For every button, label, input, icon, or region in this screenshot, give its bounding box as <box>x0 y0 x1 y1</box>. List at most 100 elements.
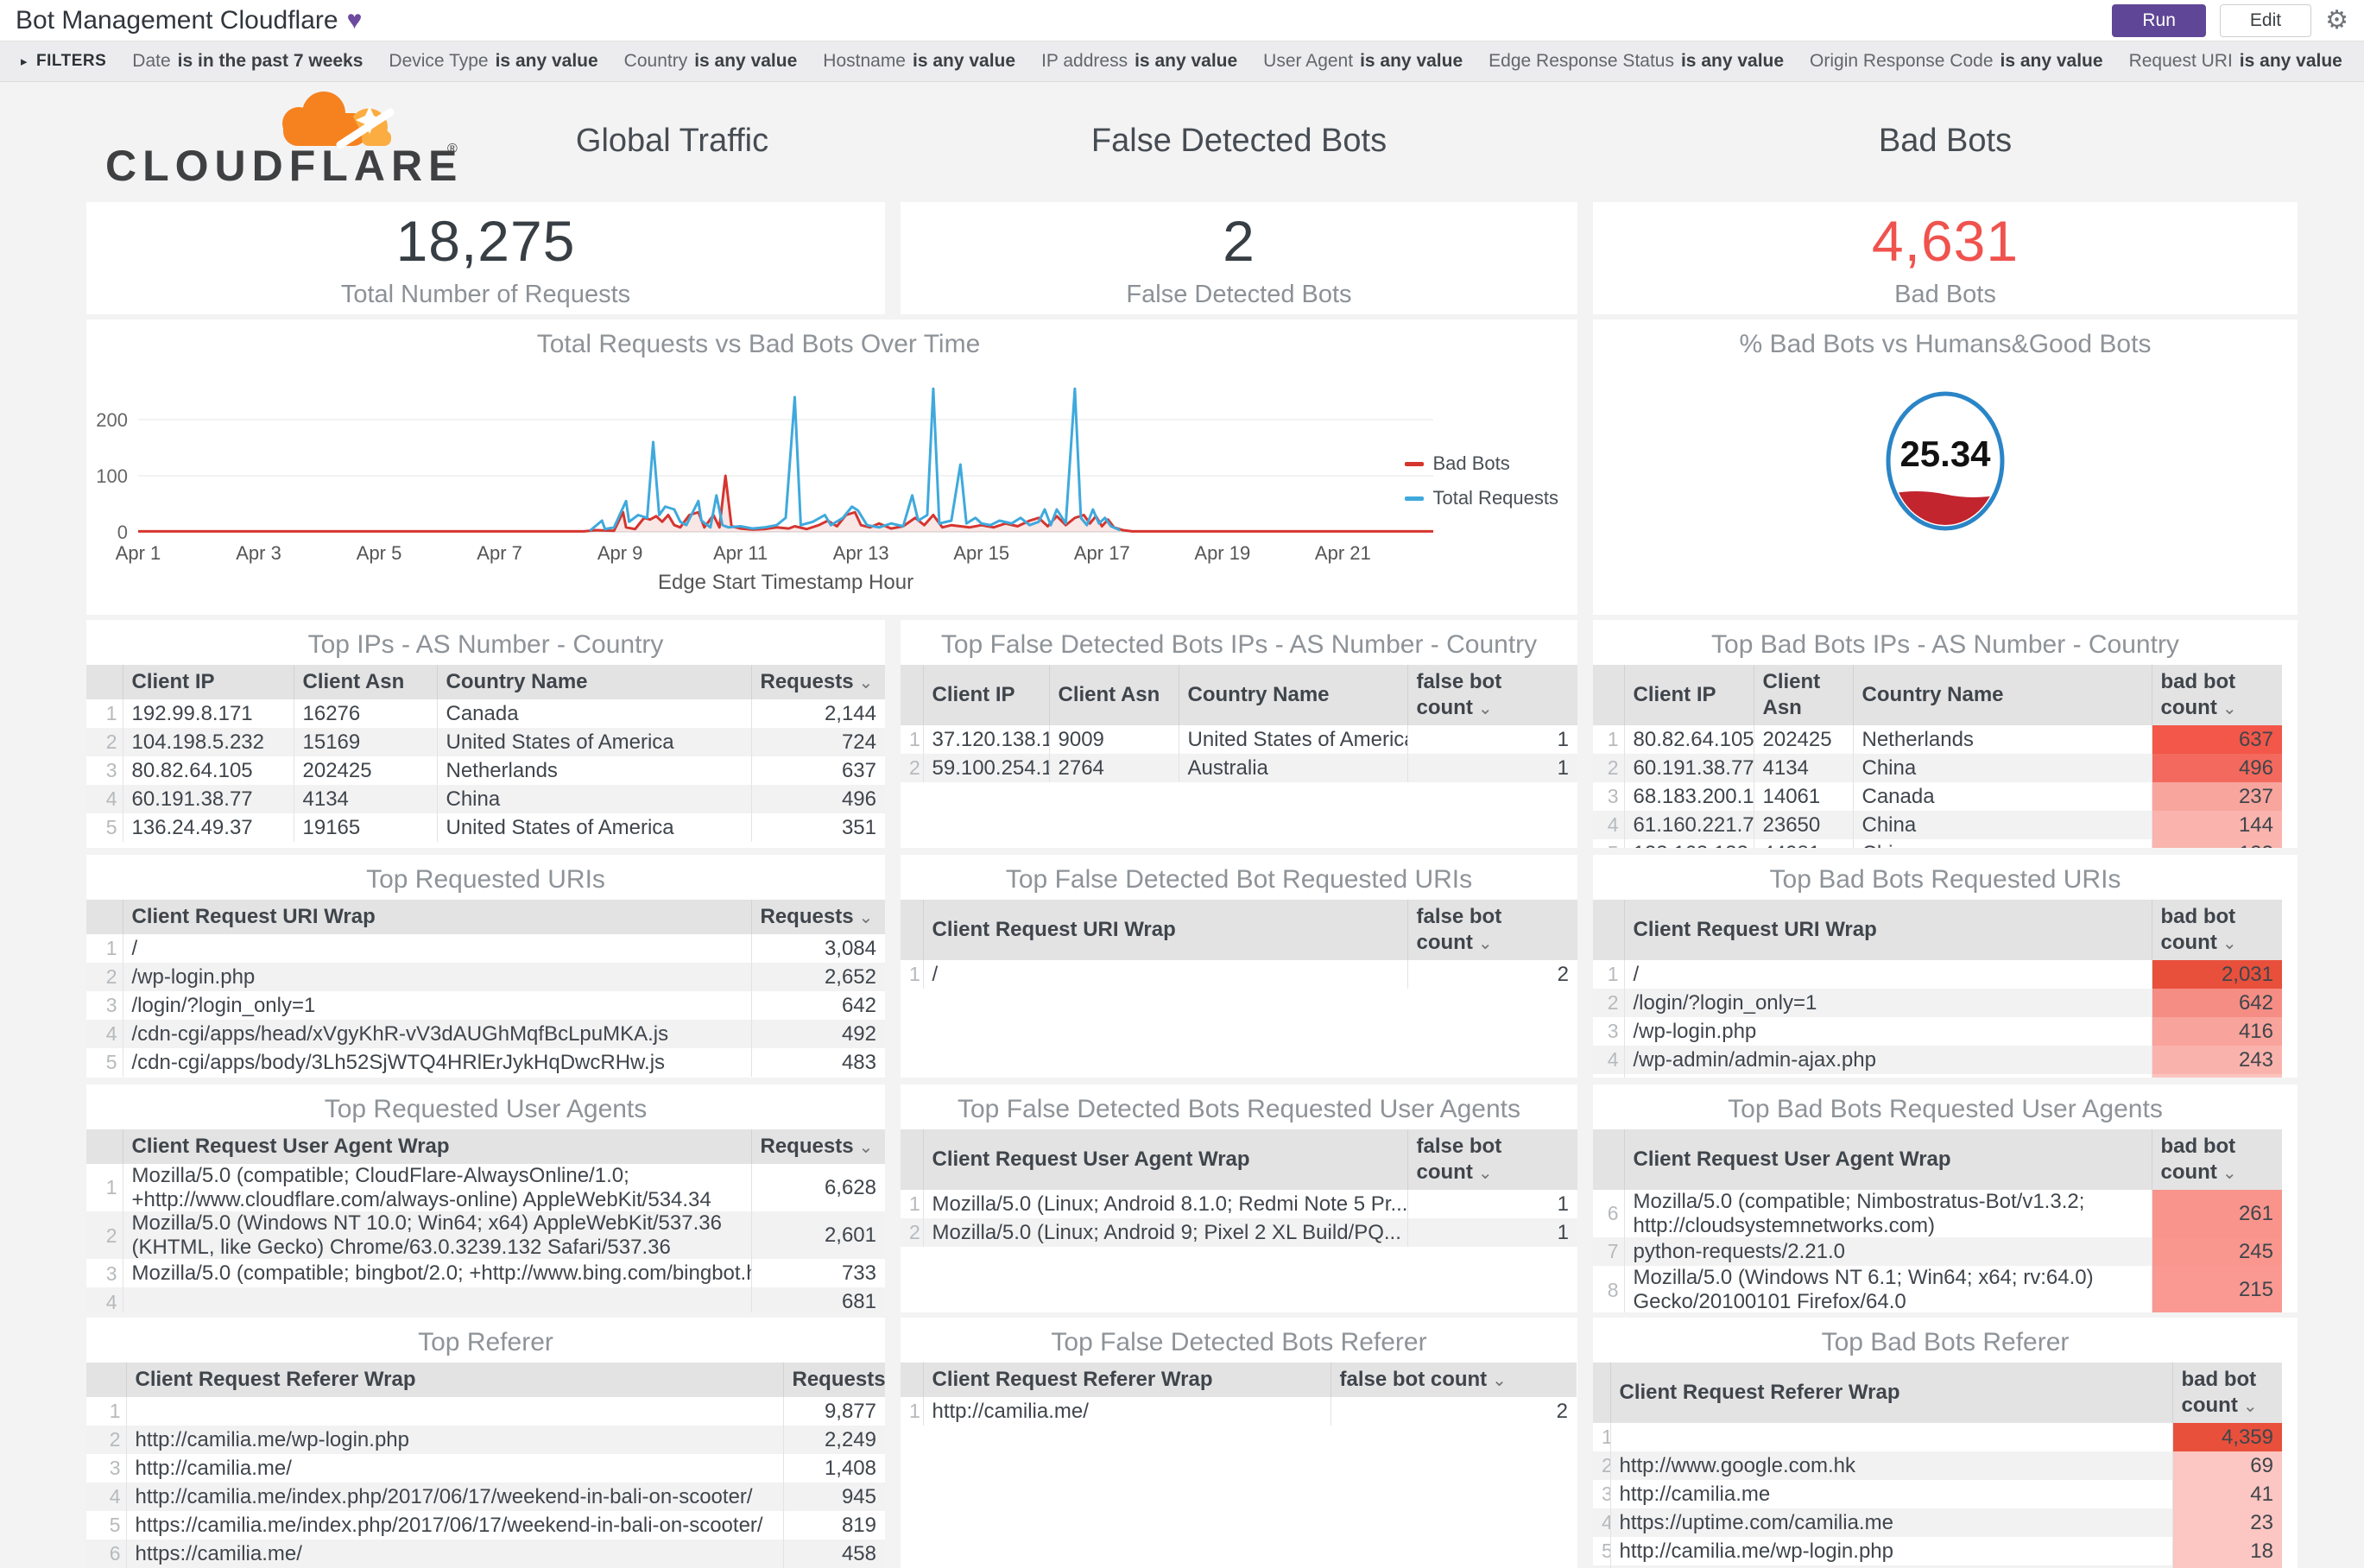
column-header-bad-bot-count[interactable]: bad bot count ⌄ <box>2151 900 2282 960</box>
table-cell[interactable]: http://camilia.me/index.php/2017/06/17/w… <box>125 1483 783 1511</box>
table-cell[interactable]: / <box>922 960 1407 989</box>
filter-item-date[interactable]: Date is in the past 7 weeks <box>132 51 363 72</box>
table-cell[interactable]: python-requests/2.21.0 <box>1623 1237 2152 1267</box>
table-cell[interactable]: 60.191.38.77 <box>1623 754 1754 782</box>
filter-item-country[interactable]: Country is any value <box>624 51 798 72</box>
filter-item-origin-response-code[interactable]: Origin Response Code is any value <box>1810 51 2103 72</box>
filter-item-request-uri[interactable]: Request URI is any value <box>2129 51 2342 72</box>
count-cell[interactable]: 642 <box>2151 989 2282 1017</box>
table-cell[interactable]: 2764 <box>1048 754 1179 782</box>
count-cell[interactable]: 2,144 <box>750 699 885 728</box>
table-cell[interactable]: 202425 <box>293 756 437 785</box>
legend-item-total-requests[interactable]: Total Requests <box>1405 487 1558 509</box>
table-cell[interactable] <box>125 1397 783 1426</box>
table-cell[interactable]: /login/?login_only=1 <box>1623 989 2152 1017</box>
table-cell[interactable]: 15169 <box>293 728 437 756</box>
table-cell[interactable]: China <box>1852 811 2152 839</box>
count-cell[interactable]: 124 <box>2151 1074 2282 1078</box>
count-cell[interactable]: 2 <box>1406 960 1577 989</box>
column-header-requests[interactable]: Requests⌄ <box>750 900 885 934</box>
table-cell[interactable]: Netherlands <box>1852 725 2152 754</box>
table-cell[interactable]: /wp-login.php <box>1623 1017 2152 1046</box>
table-cell[interactable]: 9009 <box>1048 725 1179 754</box>
count-cell[interactable]: 69 <box>2171 1451 2282 1480</box>
count-cell[interactable]: 9,877 <box>782 1397 885 1426</box>
table-cell[interactable]: / <box>122 934 751 963</box>
count-cell[interactable]: 724 <box>750 728 885 756</box>
table-cell[interactable]: https://uptime.com/camilia.me <box>1609 1508 2172 1537</box>
table-cell[interactable]: https://camilia.me/ <box>125 1540 783 1568</box>
count-cell[interactable]: 496 <box>750 785 885 813</box>
column-header-requests[interactable]: Requests⌄ <box>750 665 885 699</box>
table-cell[interactable]: United States of America <box>1178 725 1407 754</box>
table-cell[interactable]: 80.82.64.105 <box>1623 725 1754 754</box>
table-cell[interactable] <box>1609 1423 2172 1451</box>
filter-item-device-type[interactable]: Device Type is any value <box>389 51 597 72</box>
count-cell[interactable]: 237 <box>2151 782 2282 811</box>
table-cell[interactable]: /xmlrpc.php <box>1623 1074 2152 1078</box>
column-header-requests[interactable]: Requests⌄ <box>750 1129 885 1164</box>
table-cell[interactable]: Mozilla/5.0 (compatible; bingbot/2.0; +h… <box>122 1259 751 1288</box>
count-cell[interactable]: 2,652 <box>750 963 885 991</box>
count-cell[interactable]: 1 <box>1406 1190 1577 1218</box>
count-cell[interactable]: 637 <box>750 756 885 785</box>
table-cell[interactable]: 80.82.64.105 <box>122 756 294 785</box>
table-cell[interactable]: China <box>1852 754 2152 782</box>
table-cell[interactable]: 60.191.38.77 <box>122 785 294 813</box>
table-cell[interactable]: http://camilia.me/ <box>125 1454 783 1483</box>
count-cell[interactable]: 243 <box>2151 1046 2282 1074</box>
column-header-false-bot-count[interactable]: false bot count ⌄ <box>1406 665 1577 725</box>
run-button[interactable]: Run <box>2112 3 2206 37</box>
table-cell[interactable]: /cdn-cgi/apps/head/xVgyKhR-vV3dAUGhMqfBc… <box>122 1020 751 1048</box>
count-cell[interactable]: 215 <box>2151 1266 2282 1312</box>
table-cell[interactable]: https://camilia.me/index.php/2017/06/17/… <box>125 1511 783 1540</box>
table-cell[interactable]: Netherlands <box>436 756 751 785</box>
count-cell[interactable]: 733 <box>750 1259 885 1288</box>
table-cell[interactable]: /cdn-cgi/apps/body/3Lh52SjWTQ4HRlErJykHq… <box>122 1048 751 1077</box>
count-cell[interactable]: 819 <box>782 1511 885 1540</box>
column-header-false-bot-count[interactable]: false bot count ⌄ <box>1406 1129 1577 1190</box>
table-cell[interactable]: http://camilia.me/wp-login.php <box>125 1426 783 1454</box>
count-cell[interactable]: 133 <box>2151 839 2282 848</box>
count-cell[interactable]: 245 <box>2151 1237 2282 1267</box>
count-cell[interactable]: 496 <box>2151 754 2282 782</box>
column-header-false-bot-count[interactable]: false bot count ⌄ <box>1330 1363 1577 1397</box>
column-header-requests[interactable]: Requests⌄ <box>782 1363 885 1397</box>
table-cell[interactable]: http://camilia.me/wp-login.php <box>1609 1537 2172 1565</box>
edit-button[interactable]: Edit <box>2219 3 2312 37</box>
count-cell[interactable]: 2 <box>1330 1397 1577 1426</box>
count-cell[interactable]: 351 <box>750 813 885 842</box>
column-header-bad-bot-count[interactable]: bad bot count ⌄ <box>2151 1129 2282 1190</box>
count-cell[interactable]: 18 <box>2171 1537 2282 1565</box>
filter-item-edge-response-status[interactable]: Edge Response Status is any value <box>1489 51 1784 72</box>
table-cell[interactable]: 14061 <box>1753 782 1853 811</box>
count-cell[interactable]: 1 <box>1406 754 1577 782</box>
filter-item-ip-address[interactable]: IP address is any value <box>1041 51 1237 72</box>
count-cell[interactable]: 144 <box>2151 811 2282 839</box>
count-cell[interactable]: 41 <box>2171 1480 2282 1508</box>
legend-item-bad-bots[interactable]: Bad Bots <box>1405 452 1558 475</box>
table-cell[interactable]: /login/?login_only=1 <box>122 991 751 1020</box>
count-cell[interactable]: 2,601 <box>750 1211 885 1260</box>
table-cell[interactable]: Mozilla/5.0 (Windows NT 10.0; Win64; x64… <box>122 1211 751 1260</box>
column-header-bad-bot-count[interactable]: bad bot count ⌄ <box>2171 1363 2282 1423</box>
count-cell[interactable]: 1 <box>1406 725 1577 754</box>
count-cell[interactable]: 416 <box>2151 1017 2282 1046</box>
count-cell[interactable]: 458 <box>782 1540 885 1568</box>
table-cell[interactable]: Mozilla/5.0 (compatible; CloudFlare-Alwa… <box>122 1164 751 1212</box>
count-cell[interactable]: 261 <box>2151 1190 2282 1238</box>
count-cell[interactable]: 1,408 <box>782 1454 885 1483</box>
filter-item-hostname[interactable]: Hostname is any value <box>823 51 1015 72</box>
table-cell[interactable]: http://www.google.com.hk <box>1609 1451 2172 1480</box>
table-cell[interactable]: Canada <box>436 699 751 728</box>
table-cell[interactable]: 136.24.49.37 <box>122 813 294 842</box>
count-cell[interactable]: 642 <box>750 991 885 1020</box>
table-cell[interactable]: China <box>436 785 751 813</box>
count-cell[interactable]: 4,359 <box>2171 1423 2282 1451</box>
table-cell[interactable]: 44981 <box>1753 839 1853 848</box>
table-cell[interactable]: Mozilla/5.0 (Windows NT 6.1; Win64; x64;… <box>1623 1266 2152 1312</box>
table-cell[interactable]: / <box>1623 960 2152 989</box>
filters-toggle[interactable]: ▸ FILTERS <box>21 52 106 71</box>
table-cell[interactable]: Mozilla/5.0 (Linux; Android 9; Pixel 2 X… <box>922 1218 1407 1247</box>
table-cell[interactable]: 16276 <box>293 699 437 728</box>
